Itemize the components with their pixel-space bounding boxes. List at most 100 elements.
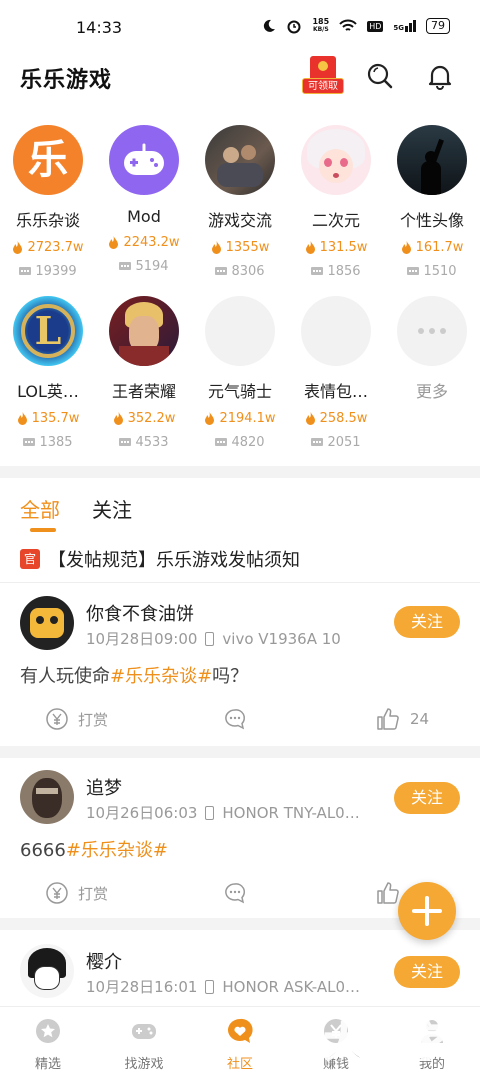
category-hot: 135.7w	[0, 411, 96, 426]
app-header: 乐乐游戏 可领取	[0, 54, 480, 104]
category-name: Mod	[127, 207, 161, 226]
phone-icon	[205, 979, 215, 994]
category-more[interactable]: 更多	[384, 296, 480, 402]
search-icon[interactable]	[366, 62, 394, 90]
post-time: 10月28日09:00	[86, 630, 198, 648]
signal-icon: 5G	[393, 20, 416, 32]
app-title: 乐乐游戏	[20, 68, 113, 93]
star-icon	[36, 1019, 60, 1043]
pinned-notice[interactable]: 官 【发帖规范】乐乐游戏发帖须知	[20, 546, 300, 572]
nav-find-games[interactable]: 找游戏	[96, 1017, 192, 1072]
user-avatar[interactable]	[20, 770, 74, 824]
category-memes[interactable]: 表情包… 258.5w 2051	[288, 296, 384, 450]
hd-badge: HD	[367, 20, 384, 32]
user-avatar[interactable]	[20, 596, 74, 650]
category-game-talk[interactable]: 游戏交流 1355w 8306	[192, 125, 288, 279]
bell-icon[interactable]	[426, 62, 454, 90]
red-packet-label: 可领取	[302, 78, 344, 94]
follow-button[interactable]: 关注	[394, 956, 460, 988]
category-count: 8306	[192, 264, 288, 279]
red-packet-button[interactable]: 可领取	[300, 56, 346, 96]
topic-link[interactable]: #乐乐杂谈#	[110, 666, 212, 687]
category-count: 1510	[384, 264, 480, 279]
post-meta: 10月28日09:00 vivo V1936A 10	[86, 628, 341, 649]
post-card[interactable]: 樱介 10月28日16:01 HONOR ASK-AL0… 关注	[0, 944, 480, 1006]
anime-girl-avatar	[301, 125, 371, 195]
moon-icon	[264, 19, 276, 32]
category-name: 表情包…	[303, 382, 368, 401]
user-name[interactable]: 樱介	[86, 948, 122, 974]
thumbs-up-icon	[377, 708, 399, 730]
category-mod[interactable]: Mod 2243.2w 5194	[96, 125, 192, 274]
placeholder-avatar	[301, 296, 371, 366]
more-icon	[397, 296, 467, 366]
category-name: 元气骑士	[207, 382, 272, 401]
placeholder-avatar	[205, 296, 275, 366]
category-name: 二次元	[311, 211, 360, 230]
create-post-button[interactable]	[398, 882, 456, 940]
user-name[interactable]: 追梦	[86, 774, 122, 800]
topic-link[interactable]: #乐乐杂谈#	[66, 840, 168, 861]
flame-icon	[17, 412, 27, 425]
status-bar: 14:33 185 KB/S HD 5G 79	[0, 0, 480, 54]
category-hot: 352.2w	[96, 411, 192, 426]
flame-icon	[305, 412, 315, 425]
like-button[interactable]	[376, 882, 400, 904]
like-count: 24	[410, 710, 430, 728]
message-icon	[119, 437, 132, 446]
reward-button[interactable]: 打赏	[46, 708, 108, 730]
watermark-logo: 大玩家	[323, 1019, 450, 1067]
category-hot: 2243.2w	[96, 235, 192, 250]
follow-button[interactable]: 关注	[394, 782, 460, 814]
message-icon	[311, 437, 324, 446]
game-talk-photo	[205, 125, 275, 195]
category-avatar[interactable]: 个性头像 161.7w 1510	[384, 125, 480, 279]
category-soul-knight[interactable]: 元气骑士 2194.1w 4820	[192, 296, 288, 450]
post-body[interactable]: 有人玩使命#乐乐杂谈#吗？	[20, 662, 248, 688]
post-device: HONOR ASK-AL0…	[222, 977, 360, 996]
post-actions: 打赏 24	[0, 708, 480, 738]
lele-logo-icon: 乐	[13, 125, 83, 195]
post-device: HONOR TNY-AL0…	[222, 803, 360, 822]
category-hot: 131.5w	[288, 240, 384, 255]
comment-button[interactable]	[224, 882, 246, 904]
post-separator	[0, 746, 480, 758]
tab-follow[interactable]: 关注	[92, 494, 132, 523]
post-time: 10月26日06:03	[86, 804, 198, 822]
like-button[interactable]: 24	[376, 708, 429, 730]
flame-icon	[401, 241, 411, 254]
flame-icon	[211, 241, 221, 254]
flame-icon	[305, 241, 315, 254]
user-name[interactable]: 你食不食油饼	[86, 600, 194, 626]
post-meta: 10月28日16:01 HONOR ASK-AL0…	[86, 976, 360, 997]
category-count: 2051	[288, 435, 384, 450]
flame-icon	[113, 412, 123, 425]
category-hot: 161.7w	[384, 240, 480, 255]
follow-button[interactable]: 关注	[394, 606, 460, 638]
status-icons: 185 KB/S HD 5G 79	[262, 18, 450, 34]
reward-button[interactable]: 打赏	[46, 882, 108, 904]
post-card[interactable]: 你食不食油饼 10月28日09:00 vivo V1936A 10 关注 有人玩…	[0, 596, 480, 746]
nav-community[interactable]: 社区	[192, 1017, 288, 1072]
category-anime[interactable]: 二次元 131.5w 1856	[288, 125, 384, 279]
category-honor-of-kings[interactable]: 王者荣耀 352.2w 4533	[96, 296, 192, 450]
category-lele-zatan[interactable]: 乐 乐乐杂谈 2723.7w 19399	[0, 125, 96, 279]
tab-all[interactable]: 全部	[20, 494, 60, 523]
category-lol[interactable]: L LOL英… 135.7w 1385	[0, 296, 96, 450]
user-avatar[interactable]	[20, 944, 74, 998]
chat-heart-icon	[228, 1018, 253, 1043]
message-icon	[215, 437, 228, 446]
post-device: vivo V1936A 10	[222, 629, 341, 648]
hero-art-avatar	[109, 296, 179, 366]
tab-indicator	[30, 528, 56, 532]
category-count: 4533	[96, 435, 192, 450]
post-body[interactable]: 6666#乐乐杂谈#	[20, 836, 168, 862]
comment-button[interactable]	[224, 708, 246, 730]
divider	[0, 582, 480, 583]
battery-indicator: 79	[426, 18, 450, 34]
phone-icon	[205, 631, 215, 646]
message-icon	[215, 266, 228, 275]
gamepad-icon	[109, 125, 179, 195]
flame-icon	[205, 412, 215, 425]
nav-featured[interactable]: 精选	[0, 1017, 96, 1072]
